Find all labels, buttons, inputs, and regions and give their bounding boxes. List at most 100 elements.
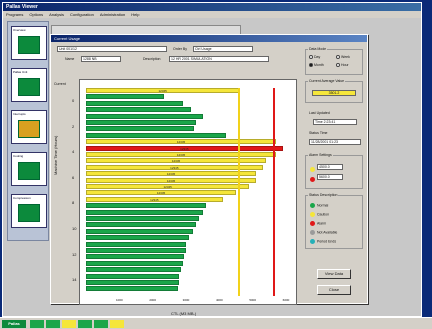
chart-bar[interactable]: 12345 — [86, 184, 250, 189]
radio-week[interactable]: Week — [336, 55, 350, 60]
chart-bar[interactable] — [86, 235, 190, 241]
y-tick-label: 8 — [72, 200, 75, 206]
status-time-label: Status Time — [309, 131, 328, 135]
x-tick-label: 1000 — [115, 298, 123, 302]
y-tick-label: 0 — [72, 98, 75, 103]
green-dot-icon — [310, 203, 315, 208]
chart-bar[interactable] — [86, 260, 183, 266]
alarm-yellow-field[interactable]: 4500.0 — [317, 164, 343, 170]
tray-status-icon[interactable] — [62, 320, 76, 328]
menu-options[interactable]: Options — [29, 12, 43, 17]
tray-status-icon[interactable] — [78, 320, 92, 328]
chart-bar[interactable] — [86, 94, 165, 100]
legend-item: Normal — [310, 203, 328, 208]
name-field[interactable]: 1288 NB — [81, 56, 121, 62]
chart-bar[interactable]: 12345 — [86, 171, 256, 177]
chart-bar[interactable] — [86, 248, 186, 253]
chart-bar[interactable] — [86, 222, 196, 228]
tile-interrupts[interactable]: Interrupts — [11, 110, 47, 144]
start-button[interactable]: Pallas — [2, 320, 26, 328]
chart-bar[interactable] — [86, 100, 183, 106]
radio-month[interactable]: Month — [309, 63, 324, 68]
tray-status-icon[interactable] — [30, 320, 44, 328]
menu-help[interactable]: Help — [131, 12, 139, 17]
order-by-select[interactable]: Ctrl Usage — [193, 46, 253, 52]
close-button[interactable]: Close — [317, 285, 351, 295]
monitor-icon — [18, 36, 40, 54]
threshold-line — [237, 88, 240, 296]
data-mode-title: Data Mode — [308, 47, 328, 51]
left-panel: Overview Pallas Unit Interrupts Cooling … — [7, 21, 49, 241]
chart-bar[interactable] — [86, 113, 203, 119]
chart-bar[interactable] — [86, 273, 180, 279]
yellow-dot-icon — [310, 212, 315, 217]
unit-select[interactable]: Unit 001/12 — [57, 46, 167, 52]
tile-pallas-unit[interactable]: Pallas Unit — [11, 68, 47, 102]
chart-bar[interactable] — [86, 254, 185, 260]
chart-bar[interactable] — [86, 241, 186, 247]
description-field[interactable]: 12 HR 2001 SIMULATION — [169, 56, 269, 62]
current-value-group: Current Average Value 3501.2 — [305, 79, 363, 103]
radio-hour[interactable]: Hour — [336, 63, 349, 68]
chart-bar[interactable] — [86, 216, 200, 221]
tile-label: Interrupts — [13, 112, 26, 116]
x-tick-label: 2000 — [149, 298, 156, 302]
chart-bar[interactable] — [86, 228, 193, 234]
chart-bar[interactable] — [86, 126, 195, 132]
menu-programs[interactable]: Programs — [6, 12, 23, 17]
tile-cooling[interactable]: Cooling — [11, 152, 47, 186]
bar-label: 12345 — [150, 197, 159, 202]
current-value-field: 3501.2 — [312, 90, 356, 96]
bar-label: 12345 — [180, 146, 189, 151]
chart-bar[interactable]: 12345 — [86, 145, 283, 151]
chart-bar[interactable] — [86, 120, 196, 125]
chart-bar[interactable]: 12345 — [86, 196, 223, 202]
alarm-red-field[interactable]: 5600.0 — [317, 174, 343, 180]
legend-item: Period Ends — [310, 239, 336, 244]
tile-label: Pallas Unit — [13, 70, 28, 74]
yellow-dot-icon — [310, 166, 315, 172]
chart-bar[interactable]: 12345 — [86, 190, 236, 196]
tray-status-icon[interactable] — [94, 320, 108, 328]
chart-bar[interactable]: 12345 — [86, 177, 256, 183]
chart-bar[interactable] — [86, 209, 203, 215]
tile-overview[interactable]: Overview — [11, 26, 47, 60]
chart-bar[interactable]: 12345 — [86, 88, 240, 93]
legend-item: Not Available — [310, 230, 337, 235]
bar-label: 12345 — [163, 185, 172, 189]
chart-bar[interactable] — [86, 107, 191, 113]
radio-label: Day — [313, 55, 321, 59]
chart-bar[interactable] — [86, 267, 181, 273]
teal-dot-icon — [310, 239, 315, 244]
main-title-bar: Pallas Viewer — [3, 3, 421, 11]
tray-status-icon[interactable] — [46, 320, 60, 328]
menu-configuration[interactable]: Configuration — [70, 12, 94, 17]
name-label: Name — [65, 57, 75, 61]
menu-analysis[interactable]: Analysis — [49, 12, 64, 17]
menu-administration[interactable]: Administration — [100, 12, 125, 17]
status-legend-title: Status Description — [308, 193, 339, 197]
chart-bar[interactable] — [86, 280, 180, 285]
tray-status-icon[interactable] — [110, 320, 124, 328]
radio-circle — [336, 55, 340, 60]
y-tick-label: 10 — [72, 226, 77, 231]
bar-label: 12345 — [166, 172, 176, 177]
chart-bar[interactable] — [86, 203, 206, 209]
chart-bar[interactable] — [86, 286, 178, 292]
view-data-button[interactable]: View Data — [317, 269, 351, 279]
radio-label: Week — [340, 55, 350, 59]
tile-compression[interactable]: Compression — [11, 194, 47, 228]
tile-label: Cooling — [13, 154, 24, 158]
tile-label: Compression — [13, 196, 31, 200]
y-tick-label: 12 — [72, 251, 77, 257]
chart-bar[interactable]: 12345 — [86, 152, 276, 157]
chart-bar[interactable] — [86, 132, 226, 138]
data-mode-group: Data Mode Day Week Month Hour — [305, 47, 363, 75]
radio-circle — [336, 63, 340, 68]
legend-item: Caution — [310, 212, 329, 217]
dialog-title-bar: Current Usage — [51, 35, 367, 42]
chart-bar[interactable]: 12345 — [86, 164, 263, 170]
chart-bar[interactable]: 12345 — [86, 139, 276, 145]
status-time-field: 11/28/2001 01:23 — [309, 139, 361, 145]
radio-day[interactable]: Day — [309, 55, 321, 60]
